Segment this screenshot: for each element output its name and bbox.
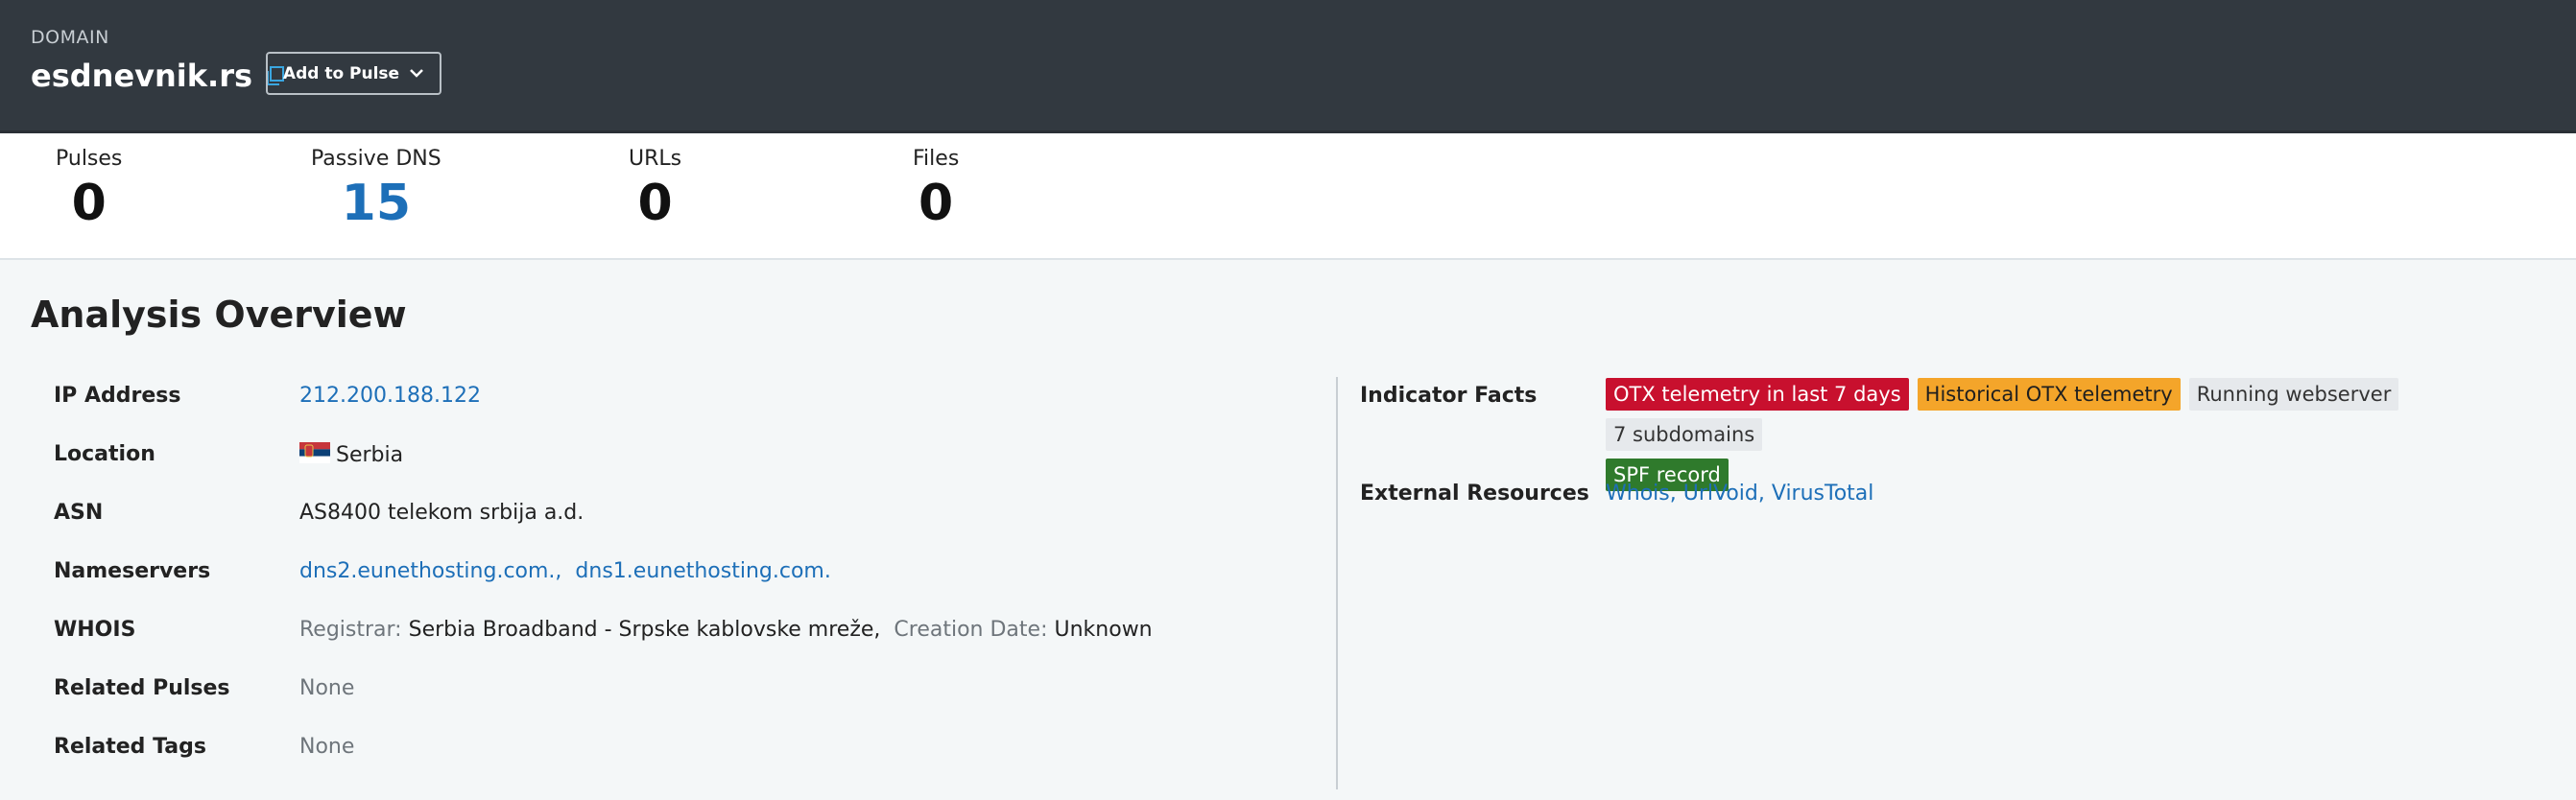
urlvoid-link[interactable]: UrlVoid,	[1683, 482, 1765, 506]
row-label: Related Pulses	[54, 676, 230, 700]
whois-link[interactable]: Whois,	[1606, 482, 1677, 506]
related-tags-row: Related Tags None	[54, 735, 1301, 773]
row-label: ASN	[54, 501, 104, 525]
page-header: DOMAIN esdnevnik.rs Add to Pulse	[0, 0, 2576, 133]
add-to-pulse-label: Add to Pulse	[282, 63, 400, 83]
ip-address-row: IP Address 212.200.188.122	[54, 384, 1301, 422]
stat-value[interactable]: 15	[311, 175, 441, 232]
registrar-value: Serbia Broadband - Srpske kablovske mrež…	[408, 618, 881, 642]
location-row: Location Serbia	[54, 442, 1301, 481]
creation-date-value: Unknown	[1054, 618, 1153, 642]
stat-passive-dns[interactable]: Passive DNS 15	[311, 147, 441, 232]
indicator-facts-row: Indicator Facts OTX telemetry in last 7 …	[1360, 378, 2560, 491]
related-tags-value: None	[299, 735, 355, 759]
stat-value: 0	[918, 175, 954, 232]
nameserver-link[interactable]: dns2.eunethosting.com.,	[299, 559, 561, 583]
row-label: IP Address	[54, 384, 181, 408]
external-resources-row: External Resources Whois, UrlVoid, Virus…	[1360, 482, 2560, 520]
related-pulses-row: Related Pulses None	[54, 676, 1301, 715]
creation-date-key: Creation Date:	[894, 618, 1048, 642]
nameservers-row: Nameservers dns2.eunethosting.com., dns1…	[54, 559, 1301, 598]
fact-badge: 7 subdomains	[1606, 418, 1763, 451]
row-label: Location	[54, 442, 155, 466]
location-value: Serbia	[299, 442, 403, 467]
stats-bar: Pulses 0 Passive DNS 15 URLs 0 Files 0	[0, 133, 2576, 260]
fact-badge: Historical OTX telemetry	[1917, 378, 2181, 411]
row-label: Nameservers	[54, 559, 211, 583]
stat-value: 0	[71, 175, 107, 232]
stat-urls: URLs 0	[629, 147, 681, 232]
column-divider	[1336, 377, 1338, 789]
ip-address-link[interactable]: 212.200.188.122	[299, 384, 481, 408]
domain-title: esdnevnik.rs	[31, 58, 253, 94]
asn-row: ASN AS8400 telekom srbija a.d.	[54, 501, 1301, 539]
stat-pulses: Pulses 0	[56, 147, 122, 232]
related-pulses-value: None	[299, 676, 355, 700]
fact-badge: OTX telemetry in last 7 days	[1606, 378, 1909, 411]
registrar-key: Registrar:	[299, 618, 402, 642]
whois-row: WHOIS Registrar: Serbia Broadband - Srps…	[54, 618, 1301, 656]
stat-label: Files	[913, 147, 960, 171]
add-to-pulse-button[interactable]: Add to Pulse	[266, 52, 441, 95]
stat-label: Passive DNS	[311, 147, 441, 171]
serbia-flag-icon	[299, 442, 330, 463]
nameserver-link[interactable]: dns1.eunethosting.com.	[575, 559, 830, 583]
virustotal-link[interactable]: VirusTotal	[1772, 482, 1874, 506]
row-label: External Resources	[1360, 482, 1589, 506]
row-label: Indicator Facts	[1360, 384, 1538, 408]
title-row: esdnevnik.rs	[31, 58, 287, 94]
stat-value: 0	[637, 175, 673, 232]
row-label: Related Tags	[54, 735, 206, 759]
location-country: Serbia	[336, 443, 404, 467]
asn-value: AS8400 telekom srbija a.d.	[299, 501, 584, 525]
stat-label: URLs	[629, 147, 682, 171]
chevron-down-icon	[409, 64, 424, 83]
indicator-type-label: DOMAIN	[31, 27, 109, 48]
nameservers-value: dns2.eunethosting.com., dns1.eunethostin…	[299, 559, 831, 583]
stat-files: Files 0	[913, 147, 959, 232]
section-title: Analysis Overview	[31, 294, 407, 336]
external-resources-links: Whois, UrlVoid, VirusTotal	[1606, 482, 1873, 506]
whois-value: Registrar: Serbia Broadband - Srpske kab…	[299, 618, 1153, 642]
stat-label: Pulses	[56, 147, 123, 171]
fact-badge: Running webserver	[2188, 378, 2399, 411]
row-label: WHOIS	[54, 618, 136, 642]
